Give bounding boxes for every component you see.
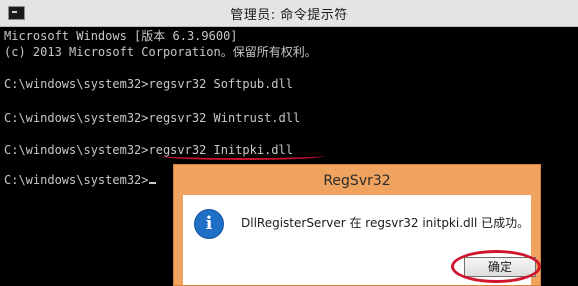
console-line: (c) 2013 Microsoft Corporation。保留所有权利。 — [4, 45, 317, 59]
console-line: Microsoft Windows [版本 6.3.9600] — [4, 29, 238, 43]
text-cursor — [148, 182, 156, 184]
console-line: C:\windows\system32>regsvr32 Wintrust.dl… — [4, 111, 301, 125]
dialog-message: DllRegisterServer 在 regsvr32 initpki.dll… — [241, 216, 530, 230]
info-icon-glyph: i — [205, 213, 213, 234]
console-titlebar[interactable]: 管理员: 命令提示符 — [0, 0, 578, 27]
window-title: 管理员: 命令提示符 — [230, 8, 348, 23]
regsvr32-dialog: RegSvr32 i DllRegisterServer 在 regsvr32 … — [173, 164, 541, 286]
annotation-underline — [160, 152, 324, 160]
annotation-circle — [451, 250, 541, 283]
dialog-title: RegSvr32 — [323, 173, 391, 189]
dialog-body: i DllRegisterServer 在 regsvr32 initpki.d… — [183, 195, 541, 285]
console-line: C:\windows\system32>regsvr32 Softpub.dll — [4, 77, 293, 91]
console-prompt-line: C:\windows\system32> — [4, 173, 156, 187]
info-icon: i — [194, 209, 224, 239]
console-prompt: C:\windows\system32> — [4, 173, 149, 187]
